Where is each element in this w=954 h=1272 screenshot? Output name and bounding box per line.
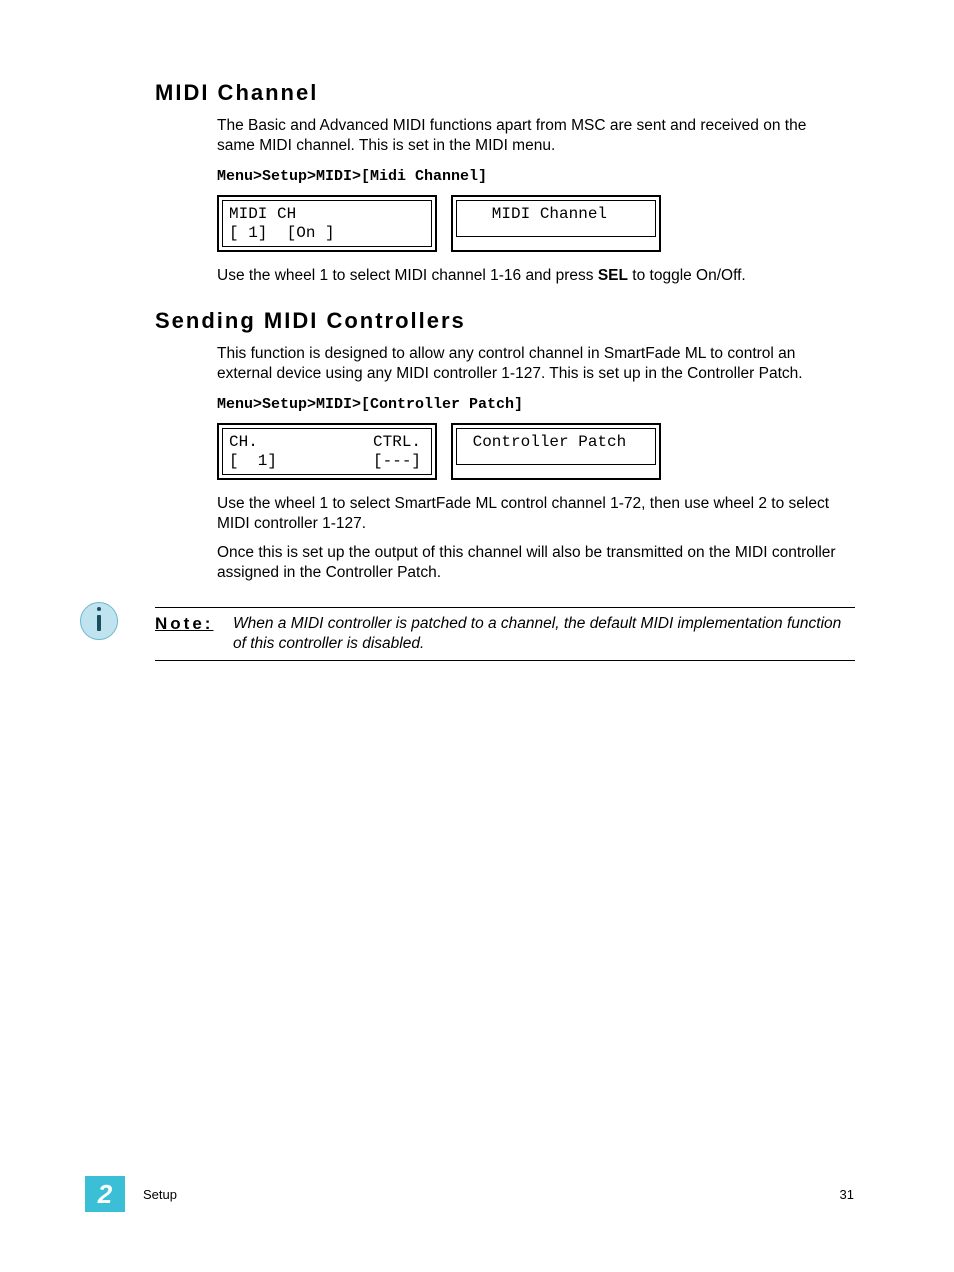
- lcd-screen-left: CH. CTRL. [ 1] [---]: [222, 428, 432, 475]
- lcd-screen-left: MIDI CH [ 1] [On ]: [222, 200, 432, 247]
- note-block: Note: When a MIDI controller is patched …: [155, 607, 855, 661]
- page-footer: 2 Setup 31: [85, 1176, 854, 1212]
- lcd-screen-right: MIDI Channel: [456, 200, 656, 237]
- chapter-number-chip: 2: [85, 1176, 125, 1212]
- paragraph: Use the wheel 1 to select MIDI channel 1…: [217, 266, 847, 286]
- lcd-box-right: MIDI Channel: [451, 195, 661, 252]
- lcd-screen-right: Controller Patch: [456, 428, 656, 465]
- info-icon: [80, 602, 118, 640]
- footer-section-label: Setup: [143, 1187, 840, 1202]
- paragraph: Use the wheel 1 to select SmartFade ML c…: [217, 494, 847, 534]
- lcd-display-row: MIDI CH [ 1] [On ] MIDI Channel: [217, 195, 855, 252]
- note-text: When a MIDI controller is patched to a c…: [233, 614, 855, 654]
- lcd-box-right: Controller Patch: [451, 423, 661, 480]
- menu-path: Menu>Setup>MIDI>[Controller Patch]: [217, 396, 855, 413]
- heading-sending-midi-controllers: Sending MIDI Controllers: [155, 308, 855, 334]
- text: to toggle On/Off.: [628, 267, 746, 284]
- heading-midi-channel: MIDI Channel: [155, 80, 855, 106]
- paragraph: This function is designed to allow any c…: [217, 344, 847, 384]
- note-label: Note:: [155, 614, 233, 654]
- footer-page-number: 31: [840, 1187, 854, 1202]
- paragraph: The Basic and Advanced MIDI functions ap…: [217, 116, 847, 156]
- menu-path: Menu>Setup>MIDI>[Midi Channel]: [217, 168, 855, 185]
- lcd-box-left: MIDI CH [ 1] [On ]: [217, 195, 437, 252]
- paragraph: Once this is set up the output of this c…: [217, 543, 847, 583]
- key-label-sel: SEL: [598, 267, 628, 284]
- lcd-display-row: CH. CTRL. [ 1] [---] Controller Patch: [217, 423, 855, 480]
- lcd-box-left: CH. CTRL. [ 1] [---]: [217, 423, 437, 480]
- text: Use the wheel 1 to select MIDI channel 1…: [217, 267, 598, 284]
